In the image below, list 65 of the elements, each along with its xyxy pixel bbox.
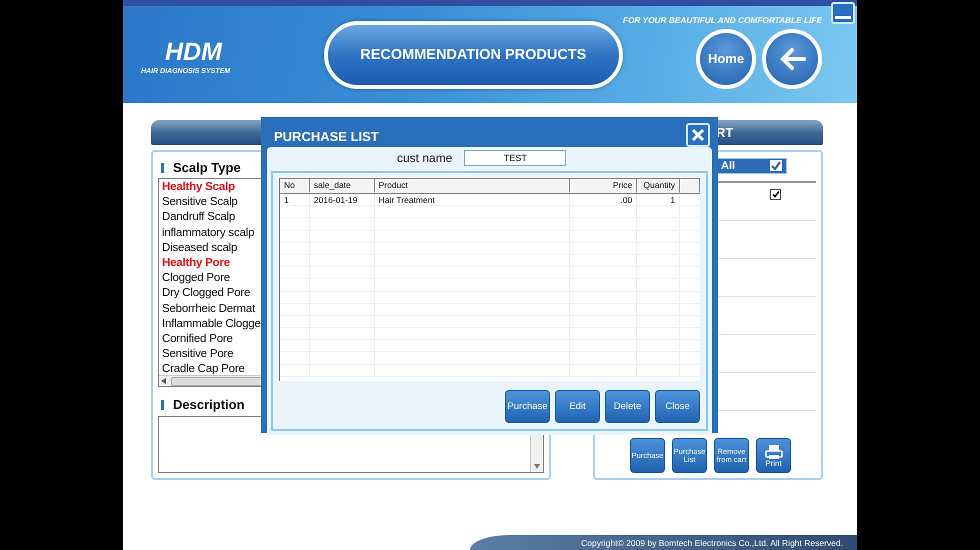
bullet-icon [161,162,164,172]
table-cell [280,364,310,377]
table-cell [280,279,310,292]
field-label: cust name [397,151,452,165]
list-item[interactable]: Dry Clogged Pore [162,286,250,302]
list-item[interactable]: inflammatory scalp [162,226,254,241]
table-cell [280,242,310,255]
checkbox[interactable] [770,160,782,172]
printer-icon [764,444,782,460]
checkbox[interactable] [770,188,781,200]
scroll-left-icon [161,378,167,384]
scroll-down-icon [534,464,540,469]
list-item[interactable]: Inflammable Clogge [162,316,261,332]
dialog-button[interactable]: Purchase [505,390,550,423]
table-cell [280,316,310,328]
logo-text: HDM [165,38,222,64]
table-cell [280,292,310,304]
table-cell [280,218,310,231]
table-cell [280,328,310,340]
table-cell: Hair Treatment [374,194,570,206]
back-arrow-icon [778,46,806,70]
dialog-button[interactable]: Close [655,390,700,423]
table-cell [280,206,310,218]
minimize-button[interactable] [831,2,855,24]
column-header[interactable]: Quantity [637,179,680,193]
list-item[interactable]: Sensitive Pore [162,347,234,362]
column-header[interactable]: Price [570,179,638,193]
table-cell: 2016-01-19 [310,194,375,206]
table-cell [280,267,310,280]
cust-name-field[interactable]: TEST [464,150,566,166]
table-cell [280,304,310,316]
list-item[interactable]: Sensitive Scalp [162,195,238,210]
print-button[interactable]: Print [756,438,791,473]
select-all-label: All [721,160,736,172]
tagline: FOR YOUR BEAUTIFUL AND COMFORTABLE LIFE [622,14,822,24]
column-header[interactable]: Product [374,179,570,193]
close-button[interactable] [686,123,710,147]
column-header[interactable]: No [280,179,310,193]
bullet-icon [161,400,164,410]
page-title: RECOMMENDATION PRODUCTS [360,46,586,62]
dialog-title: PURCHASE LIST [274,128,379,144]
list-item[interactable]: Dandruff Scalp [162,210,236,226]
table-cell [280,230,310,243]
dialog-button[interactable]: Edit [555,390,600,423]
table-cell: 1 [637,194,680,206]
table-cell: .00 [570,194,638,206]
dialog-button[interactable]: Delete [605,390,650,423]
list-item[interactable]: Healthy Scalp [162,180,235,196]
list-item[interactable]: Seborrheic Dermat [162,302,256,317]
list-item[interactable]: Diseased scalp [162,240,238,256]
list-item[interactable]: Healthy Pore [162,256,230,272]
select-all-bar[interactable]: All [716,158,787,174]
table-cell [280,254,310,268]
table-cell: 1 [280,194,310,206]
list-item[interactable]: Clogged Pore [162,271,230,286]
list-item[interactable]: Cradle Cap Pore [162,362,245,376]
copyright-text: Copyright© 2009 by Bomtech Electronics Co.,Ltd. All Right Reserved. [581,538,843,548]
list-item[interactable]: Cornified Pore [162,332,233,348]
section-label: Description [173,397,245,412]
table-cell [280,340,310,352]
table-cell [280,352,310,365]
column-header[interactable]: sale_date [310,179,375,193]
section-label: Scalp Type [173,160,241,175]
home-button[interactable]: Home [696,28,756,88]
close-icon [691,128,705,142]
